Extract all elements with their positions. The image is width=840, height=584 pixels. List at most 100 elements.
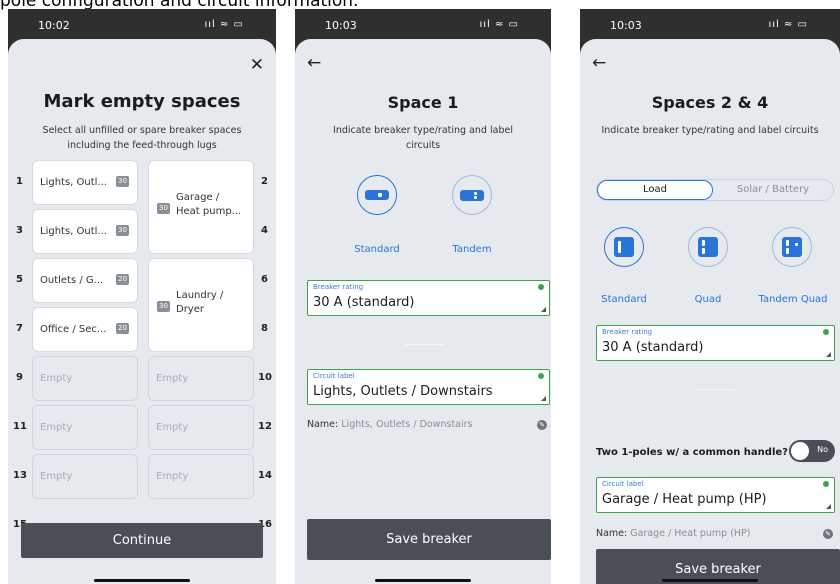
breaker-slot-7[interactable]: Office / Sec... 20 (32, 307, 138, 352)
empty-slot-13[interactable]: Empty (32, 454, 138, 499)
close-icon[interactable]: ✕ (250, 55, 264, 75)
amp-badge: 20 (116, 274, 129, 285)
breaker-type-label: Standard (354, 244, 400, 255)
slot-label: Empty (156, 373, 189, 384)
breaker-slot-3[interactable]: Lights, Outl... 30 (32, 209, 138, 254)
field-value: 30 A (standard) (602, 340, 704, 355)
continue-button[interactable]: Continue (21, 523, 263, 558)
dropdown-icon (826, 352, 831, 357)
breaker-slot-2-4[interactable]: Garage / Heat pump... 30 (148, 160, 254, 254)
slot-label: Empty (40, 422, 73, 433)
space-number: 4 (261, 225, 268, 236)
dropdown-icon (541, 396, 546, 401)
empty-slot-12[interactable]: Empty (148, 405, 254, 450)
back-arrow-icon[interactable]: ← (307, 53, 321, 73)
home-indicator (662, 579, 758, 582)
segment-load[interactable]: Load (597, 180, 713, 200)
space-number: 9 (16, 372, 23, 383)
breaker-handle (702, 240, 705, 246)
page-title: Mark empty spaces (43, 91, 241, 112)
status-time: 10:03 (325, 19, 357, 32)
breaker-type-standard[interactable] (357, 175, 397, 215)
space-number: 3 (16, 225, 23, 236)
check-icon (538, 373, 544, 379)
breaker-handle (786, 248, 789, 254)
breaker-dot (474, 192, 477, 195)
slot-label: Empty (40, 471, 73, 482)
breaker-rating-field[interactable]: Breaker rating 30 A (standard) (596, 325, 835, 361)
circuit-name-row: Name: Lights, Outlets / Downstairs (307, 419, 473, 430)
name-prefix: Name: (596, 528, 628, 539)
status-bar: 10:02 ııl ≈ ▭ (8, 9, 276, 43)
breaker-type-quad[interactable] (688, 227, 728, 267)
page-subtitle: Select all unfilled or spare breaker spa… (42, 125, 242, 151)
dropdown-icon (541, 307, 546, 312)
field-label: Breaker rating (602, 328, 653, 336)
signal-battery-icon: ııl ≈ ▭ (768, 19, 808, 30)
space-number: 10 (258, 372, 272, 383)
empty-slot-9[interactable]: Empty (32, 356, 138, 401)
slot-label: Empty (40, 373, 73, 384)
breaker-handle (618, 241, 621, 253)
status-bar: 10:03 ııl ≈ ▭ (580, 9, 840, 43)
field-label: Circuit label (313, 372, 355, 380)
slot-label: Outlets / G... (40, 275, 104, 286)
breaker-slot-5[interactable]: Outlets / G... 20 (32, 258, 138, 303)
space-number: 14 (258, 470, 272, 481)
breaker-type-standard[interactable] (604, 227, 644, 267)
field-value: Lights, Outlets / Downstairs (313, 384, 493, 399)
breaker-type-tandem[interactable] (452, 175, 492, 215)
back-arrow-icon[interactable]: ← (592, 53, 606, 73)
divider (405, 344, 445, 345)
space-number: 2 (261, 176, 268, 187)
empty-slot-10[interactable]: Empty (148, 356, 254, 401)
slot-label: Lights, Outl... (40, 177, 107, 188)
field-label: Circuit label (602, 480, 644, 488)
modal-sheet: ✕ Mark empty spaces Select all unfilled … (8, 39, 276, 584)
space-number: 13 (13, 470, 27, 481)
breaker-type-tandem-quad[interactable] (772, 227, 812, 267)
home-indicator (94, 579, 190, 582)
field-value: Garage / Heat pump (HP) (602, 492, 767, 507)
divider (695, 389, 735, 390)
status-bar: 10:03 ııl ≈ ▭ (295, 9, 551, 43)
breaker-rating-field[interactable]: Breaker rating 30 A (standard) (307, 280, 550, 316)
breaker-slot-1[interactable]: Lights, Outl... 30 (32, 160, 138, 205)
circuit-label-field[interactable]: Circuit label Garage / Heat pump (HP) (596, 477, 835, 513)
amp-badge: 30 (157, 301, 170, 312)
slot-label: Office / Sec... (40, 324, 107, 335)
breaker-type-label: Quad (694, 294, 722, 305)
breaker-handle (786, 240, 789, 246)
empty-slot-14[interactable]: Empty (148, 454, 254, 499)
amp-badge: 30 (116, 225, 129, 236)
empty-slot-11[interactable]: Empty (32, 405, 138, 450)
save-breaker-button[interactable]: Save breaker (307, 519, 551, 560)
standard-breaker-icon (365, 190, 389, 200)
phone-space-1: 10:03 ııl ≈ ▭ ← Space 1 Indicate breaker… (295, 9, 551, 584)
tandem-quad-breaker-icon (782, 237, 802, 257)
breaker-type-label: Tandem Quad (758, 294, 828, 305)
space-number: 12 (258, 421, 272, 432)
edit-icon[interactable]: ✎ (823, 529, 833, 539)
common-handle-toggle[interactable]: No (789, 440, 835, 462)
circuit-label-field[interactable]: Circuit label Lights, Outlets / Downstai… (307, 369, 550, 405)
page-title: Space 1 (387, 93, 459, 112)
edit-icon[interactable]: ✎ (537, 420, 547, 430)
toggle-label: No (817, 445, 828, 454)
space-number: 5 (16, 274, 23, 285)
page-sheet: ← Space 1 Indicate breaker type/rating a… (295, 39, 551, 584)
space-number: 7 (16, 323, 23, 334)
check-icon (823, 481, 829, 487)
name-value: Garage / Heat pump (HP) (630, 528, 751, 539)
breaker-slot-6-8[interactable]: Laundry / Dryer 30 (148, 258, 254, 352)
breaker-dot (795, 243, 798, 246)
signal-battery-icon: ııl ≈ ▭ (204, 19, 244, 30)
phone-mark-empty-spaces: 10:02 ııl ≈ ▭ ✕ Mark empty spaces Select… (8, 9, 276, 584)
space-number: 1 (16, 176, 23, 187)
amp-badge: 30 (157, 203, 170, 214)
page-title: Spaces 2 & 4 (651, 93, 769, 112)
breaker-type-label: Standard (601, 294, 647, 305)
field-value: 30 A (standard) (313, 295, 415, 310)
segment-solar-battery[interactable]: Solar / Battery (713, 180, 833, 200)
check-icon (823, 329, 829, 335)
